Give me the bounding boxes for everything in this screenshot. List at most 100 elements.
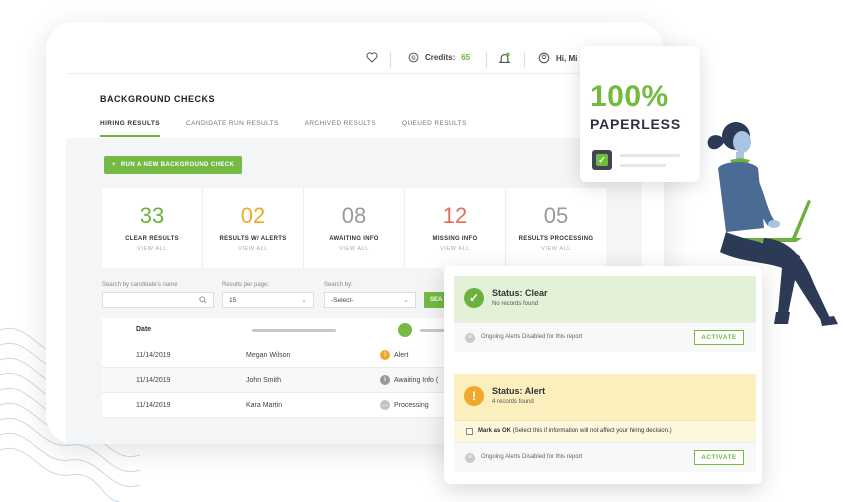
stat-label: RESULTS W/ ALERTS [219,236,287,242]
credits-value: 65 [461,53,471,62]
row-status-text: Processing [394,401,429,409]
favorites-button[interactable] [366,52,378,63]
divider [390,52,391,68]
row-status: … Processing [380,400,429,410]
top-bar: G Credits: 65 Hi, Mi [66,48,664,74]
stat-clear-results: 33 CLEAR RESULTS VIEW ALL [102,188,203,268]
credits-coin-icon: G [408,52,419,63]
row-date: 11/14/2019 [136,377,171,384]
run-background-check-button[interactable]: + RUN A NEW BACKGROUND CHECK [104,156,243,174]
placeholder-line [620,154,680,157]
close-circle-icon: × [465,453,475,463]
row-date: 11/14/2019 [136,352,171,359]
user-menu[interactable]: Hi, Mi [538,52,577,64]
status-clear-title: Status: Clear [492,288,548,298]
stat-results-alerts: 02 RESULTS W/ ALERTS VIEW ALL [203,188,304,268]
mark-ok-hint: (Select this if information will not aff… [512,428,672,434]
stat-missing-info: 12 MISSING INFO VIEW ALL [405,188,506,268]
results-tabs: HIRING RESULTS CANDIDATE RUN RESULTS ARC… [100,120,467,137]
row-status: i Awaiting Info ( [380,375,438,385]
activate-button[interactable]: ACTIVATE [694,450,744,465]
svg-text:G: G [411,56,415,62]
status-alert-title: Status: Alert [492,386,546,396]
mark-ok-checkbox[interactable] [466,428,473,435]
row-status-text: Alert [394,351,409,359]
tab-archived-results[interactable]: ARCHIVED RESULTS [305,120,376,137]
status-alert-card: ! Status: Alert 4 records found Mark as … [454,374,756,472]
credits-display[interactable]: G Credits: 65 [408,52,470,63]
stat-value: 12 [442,203,468,228]
view-all-link[interactable]: VIEW ALL [304,246,404,252]
chevron-down-icon: ⌄ [301,297,307,304]
row-status-text: Awaiting Info ( [394,376,439,384]
tab-candidate-run-results[interactable]: CANDIDATE RUN RESULTS [186,120,279,137]
stat-value: 08 [341,203,367,228]
user-avatar-icon [538,52,550,64]
stat-label: MISSING INFO [432,236,478,242]
alert-icon: ! [380,350,390,360]
row-name: John Smith [246,377,282,384]
stat-label: CLEAR RESULTS [125,236,179,242]
notifications-button[interactable] [498,52,511,65]
row-name: Kara Martin [246,402,283,409]
info-icon: i [380,375,390,385]
view-all-link[interactable]: VIEW ALL [405,246,505,252]
status-alert-header: ! Status: Alert 4 records found [454,374,756,420]
stat-awaiting-info: 08 AWAITING INFO VIEW ALL [304,188,405,268]
per-page-value: 15 [229,296,237,304]
per-page-select[interactable]: 15 ⌄ [222,292,314,308]
search-name-input[interactable] [102,292,214,308]
row-date: 11/14/2019 [136,402,171,409]
close-circle-icon: × [465,333,475,343]
stat-label: RESULTS PROCESSING [518,236,594,242]
stat-value: 02 [240,203,266,228]
chevron-down-icon: ⌄ [403,297,409,304]
alert-circle-icon: ! [464,386,484,406]
mark-ok-text: Mark as OK (Select this if information w… [478,428,672,434]
checkbox-checked-icon: ✓ [592,150,612,170]
search-by-label: Search by: [324,282,353,288]
processing-icon: … [380,400,390,410]
status-clear-subtitle: No records found [492,301,539,307]
stat-label: AWAITING INFO [329,236,379,242]
view-all-link[interactable]: VIEW ALL [102,246,202,252]
per-page-label: Results per page: [222,282,270,288]
paperless-word: PAPERLESS [590,116,681,132]
credits-label: Credits: [425,53,456,62]
check-icon: ✓ [596,154,608,166]
view-all-link[interactable]: VIEW ALL [506,246,606,252]
alerts-disabled-text: Ongoing Alerts Disabled for this report [481,454,583,460]
row-status: ! Alert [380,350,408,360]
paperless-percent: 100% [590,80,669,113]
view-all-link[interactable]: VIEW ALL [203,246,303,252]
search-button[interactable]: SEA [424,292,446,308]
row-name: Megan Wilson [246,352,291,359]
bell-icon [498,52,511,63]
date-column-header[interactable]: Date [136,326,151,333]
divider [486,52,487,68]
mark-as-ok-row[interactable]: Mark as OK (Select this if information w… [454,420,756,442]
search-by-value: -Select- [331,296,354,304]
status-alert-footer: × Ongoing Alerts Disabled for this repor… [454,442,756,472]
slider-track [252,329,336,332]
search-icon [199,296,207,304]
search-name-label: Search by candidate's name [102,282,178,288]
stat-value: 33 [139,203,165,228]
slider-knob[interactable] [398,323,412,337]
stat-value: 05 [543,203,569,228]
run-button-label: RUN A NEW BACKGROUND CHECK [120,162,235,168]
user-greeting: Hi, Mi [556,53,578,63]
alerts-disabled-text: Ongoing Alerts Disabled for this report [481,334,583,340]
stats-summary: 33 CLEAR RESULTS VIEW ALL 02 RESULTS W/ … [102,188,606,268]
stat-results-processing: 05 RESULTS PROCESSING VIEW ALL [506,188,606,268]
mark-ok-label: Mark as OK [478,428,512,434]
tab-hiring-results[interactable]: HIRING RESULTS [100,120,161,137]
heart-icon [366,52,378,63]
check-circle-icon: ✓ [464,288,484,308]
page-title: BACKGROUND CHECKS [100,94,216,104]
status-alert-subtitle: 4 records found [492,399,534,405]
tab-queued-results[interactable]: QUEUED RESULTS [402,120,467,137]
plus-icon: + [112,162,116,168]
person-with-laptop-illustration [707,122,838,326]
search-by-select[interactable]: -Select- ⌄ [324,292,416,308]
